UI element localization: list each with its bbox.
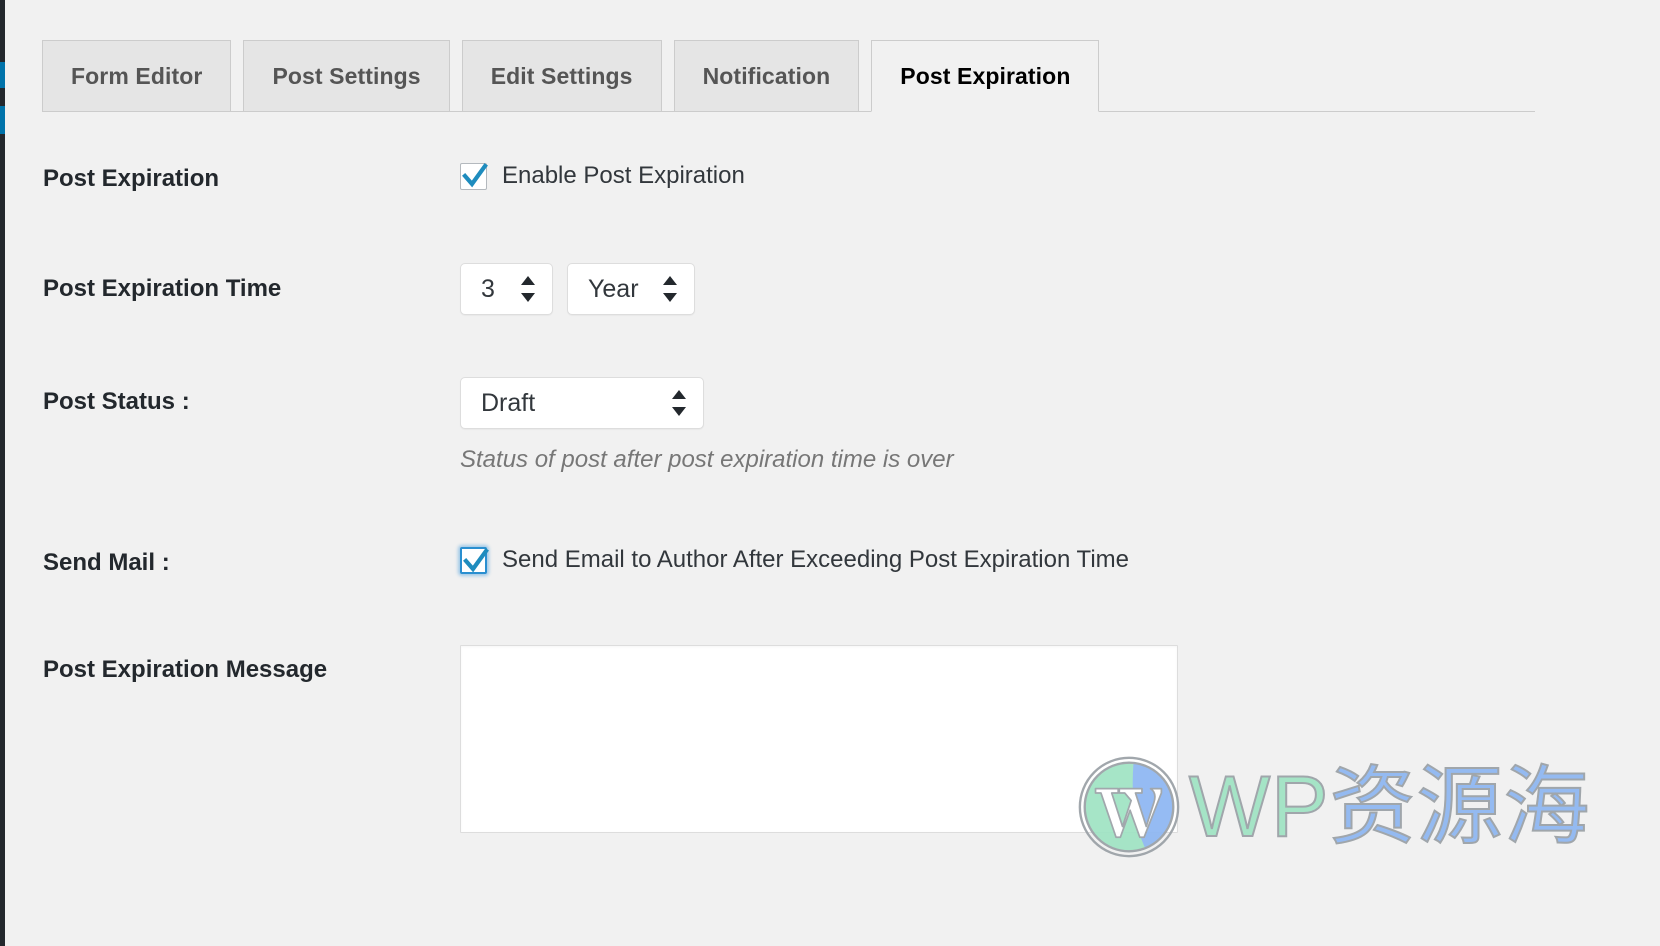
post-status-help-text: Status of post after post expiration tim… — [460, 446, 954, 473]
tab-post-expiration[interactable]: Post Expiration — [871, 40, 1100, 112]
settings-tab-strip: Form Editor Post Settings Edit Settings … — [42, 39, 1535, 112]
field-post-status: Draft — [460, 377, 704, 429]
tab-form-editor[interactable]: Form Editor — [42, 40, 232, 112]
field-post-expiration: Enable Post Expiration — [460, 162, 745, 190]
tab-label: Notification — [702, 62, 831, 89]
tab-label: Form Editor — [71, 62, 203, 89]
enable-post-expiration-label: Enable Post Expiration — [502, 162, 745, 189]
expiration-amount-value: 3 — [481, 274, 495, 303]
field-send-mail: Send Email to Author After Exceeding Pos… — [460, 546, 1129, 574]
admin-sidebar-rail — [0, 0, 5, 946]
spinner-arrows-icon — [521, 276, 535, 302]
page-root: Form Editor Post Settings Edit Settings … — [0, 0, 1660, 946]
post-status-value: Draft — [481, 388, 536, 417]
send-mail-checkbox[interactable] — [460, 546, 489, 574]
expiration-unit-select[interactable]: Year — [567, 263, 695, 315]
expiration-unit-value: Year — [588, 274, 639, 303]
tab-label: Post Settings — [272, 62, 421, 89]
label-post-status: Post Status : — [43, 388, 190, 415]
enable-post-expiration-checkbox[interactable] — [460, 162, 488, 190]
field-post-expiration-time: 3 Year — [460, 263, 695, 315]
tab-label: Post Expiration — [900, 62, 1071, 89]
tab-edit-settings[interactable]: Edit Settings — [461, 40, 662, 112]
label-send-mail: Send Mail : — [43, 549, 170, 576]
post-status-select[interactable]: Draft — [460, 377, 704, 429]
enable-post-expiration-row: Enable Post Expiration — [460, 162, 745, 190]
spinner-arrows-icon — [672, 390, 686, 416]
sidebar-accent-marker-2 — [0, 106, 5, 134]
send-mail-row: Send Email to Author After Exceeding Pos… — [460, 546, 1129, 574]
expiration-amount-select[interactable]: 3 — [460, 263, 553, 315]
tab-label: Edit Settings — [490, 62, 633, 89]
tab-list: Form Editor Post Settings Edit Settings … — [42, 40, 1100, 112]
label-post-expiration-message: Post Expiration Message — [43, 656, 328, 683]
label-post-expiration: Post Expiration — [43, 165, 220, 192]
send-mail-label: Send Email to Author After Exceeding Pos… — [502, 546, 1129, 573]
tab-post-settings[interactable]: Post Settings — [243, 40, 450, 112]
label-post-expiration-time: Post Expiration Time — [43, 275, 282, 302]
watermark-text-en: WP — [1188, 759, 1330, 855]
tab-notification[interactable]: Notification — [673, 40, 860, 112]
spinner-arrows-icon — [663, 276, 677, 302]
watermark-text-cn: 资源海 — [1329, 759, 1591, 855]
sidebar-accent-marker-1 — [0, 62, 5, 88]
post-expiration-message-textarea[interactable] — [460, 645, 1178, 833]
